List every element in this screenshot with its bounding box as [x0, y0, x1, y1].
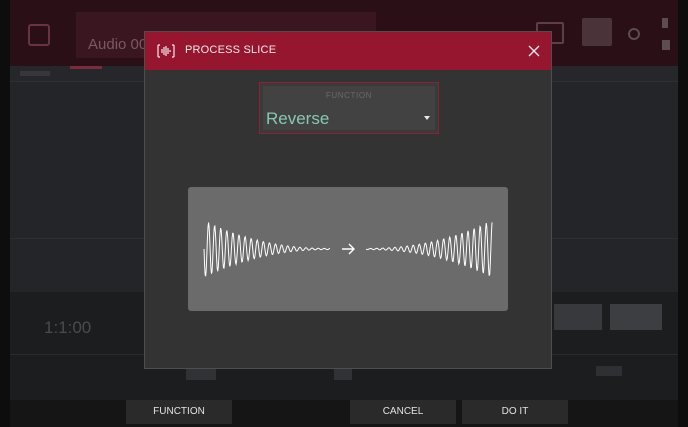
track-name-text: Audio 00	[88, 36, 148, 53]
function-select-value: Reverse	[266, 109, 330, 128]
parameter-value-3	[596, 366, 622, 376]
do-it-button[interactable]: DO IT	[462, 400, 568, 424]
function-select-label: FUNCTION	[325, 91, 373, 100]
arrow-right-icon	[342, 243, 355, 255]
process-slice-dialog: PROCESS SLICE FUNCTION Reverse	[144, 31, 552, 369]
chevron-down-icon	[424, 116, 430, 120]
function-button[interactable]: FUNCTION	[126, 400, 232, 424]
reversed-waveform-icon	[365, 222, 493, 276]
background-button-2	[610, 304, 662, 330]
gear-icon	[628, 28, 640, 40]
menu-icon	[28, 24, 50, 46]
original-waveform-icon	[203, 222, 331, 277]
dialog-title: PROCESS SLICE	[185, 44, 277, 56]
close-icon[interactable]	[524, 41, 544, 61]
scroll-down-icon	[662, 40, 670, 50]
scroll-up-icon	[662, 18, 668, 28]
function-select-body: FUNCTION Reverse	[263, 86, 435, 130]
reverse-waveform-illustration	[203, 222, 493, 277]
waveform-path	[365, 222, 493, 276]
soft-key-bar: FUNCTION CANCEL DO IT	[10, 400, 678, 427]
ruler-mark	[20, 71, 50, 76]
dialog-header: PROCESS SLICE	[145, 32, 551, 70]
zoom-icon	[582, 18, 612, 46]
cancel-button[interactable]: CANCEL	[350, 400, 456, 424]
reverse-preview	[188, 187, 508, 311]
background-button-1	[554, 304, 602, 330]
waveform-path	[203, 222, 331, 277]
slice-waveform-icon	[157, 44, 175, 58]
function-select[interactable]: FUNCTION Reverse	[259, 82, 439, 134]
parameter-value-2	[334, 368, 352, 380]
time-display: 1:1:00	[44, 318, 92, 337]
playhead-marker	[70, 66, 102, 69]
parameter-value-1	[186, 368, 216, 380]
